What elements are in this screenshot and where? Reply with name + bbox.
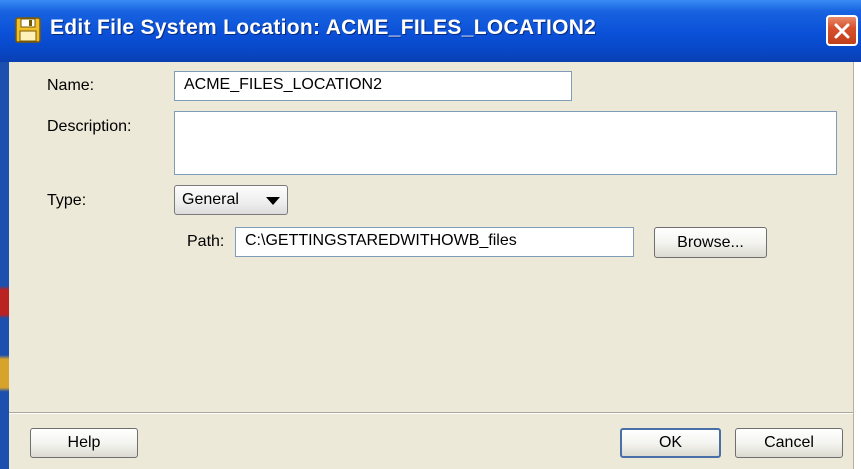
browse-button[interactable]: Browse... — [654, 227, 767, 258]
close-button[interactable] — [826, 15, 858, 46]
dialog-right-edge — [853, 62, 861, 469]
cancel-button[interactable]: Cancel — [735, 428, 843, 458]
close-icon — [834, 23, 850, 38]
help-button[interactable]: Help — [30, 428, 138, 458]
background-window-edge — [0, 62, 9, 469]
name-field[interactable]: ACME_FILES_LOCATION2 — [174, 71, 572, 101]
type-label: Type: — [47, 192, 87, 209]
type-dropdown-value: General — [182, 191, 239, 208]
title-bar[interactable]: Edit File System Location: ACME_FILES_LO… — [0, 0, 861, 62]
description-label: Description: — [47, 118, 132, 135]
window-title: Edit File System Location: ACME_FILES_LO… — [50, 16, 597, 39]
triangle-down-icon — [266, 197, 280, 205]
ok-button[interactable]: OK — [620, 428, 721, 458]
name-label: Name: — [47, 77, 95, 94]
description-field[interactable] — [174, 111, 837, 175]
floppy-disk-icon — [15, 17, 41, 43]
path-label: Path: — [187, 233, 225, 250]
path-field[interactable]: C:\GETTINGSTAREDWITHOWB_files — [235, 227, 634, 257]
footer-separator — [9, 412, 853, 414]
type-dropdown[interactable]: General — [174, 185, 288, 215]
